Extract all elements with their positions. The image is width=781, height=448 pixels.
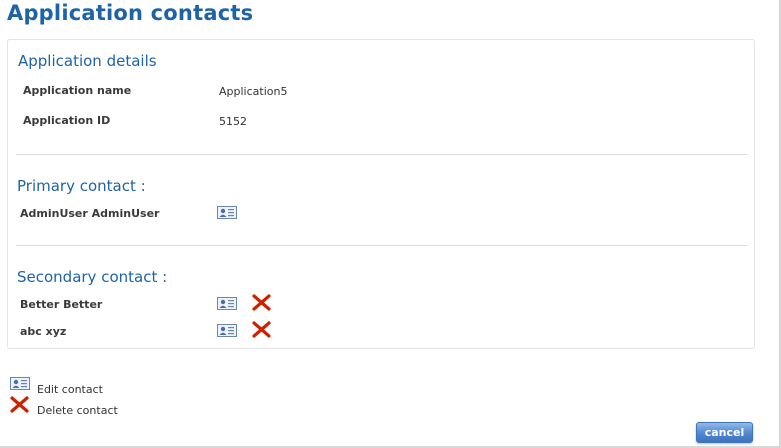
divider xyxy=(16,245,747,246)
delete-contact-legend-label: Delete contact xyxy=(37,404,118,417)
edit-contact-icon[interactable] xyxy=(217,297,237,310)
delete-contact-icon[interactable] xyxy=(252,321,271,338)
application-name-label: Application name xyxy=(23,84,132,97)
delete-contact-icon[interactable] xyxy=(252,294,271,311)
application-id-value: 5152 xyxy=(219,115,247,128)
divider xyxy=(16,154,747,155)
application-id-label: Application ID xyxy=(23,114,111,127)
primary-contact-name: AdminUser AdminUser xyxy=(20,207,160,220)
edit-contact-icon[interactable] xyxy=(217,324,237,337)
secondary-contact-heading: Secondary contact : xyxy=(17,268,168,286)
edit-contact-legend-label: Edit contact xyxy=(37,383,103,396)
contacts-panel: Application details Application name App… xyxy=(7,39,755,349)
application-name-value: Application5 xyxy=(219,85,288,98)
primary-contact-heading: Primary contact : xyxy=(17,177,146,195)
page-title: Application contacts xyxy=(7,1,254,25)
cancel-button[interactable]: cancel xyxy=(696,422,753,443)
secondary-contact-name: Better Better xyxy=(20,298,103,311)
application-details-heading: Application details xyxy=(18,52,157,70)
red-x-icon xyxy=(10,396,29,413)
contact-card-icon xyxy=(10,377,30,390)
edit-contact-icon[interactable] xyxy=(217,206,237,219)
secondary-contact-name: abc xyz xyxy=(20,325,67,338)
